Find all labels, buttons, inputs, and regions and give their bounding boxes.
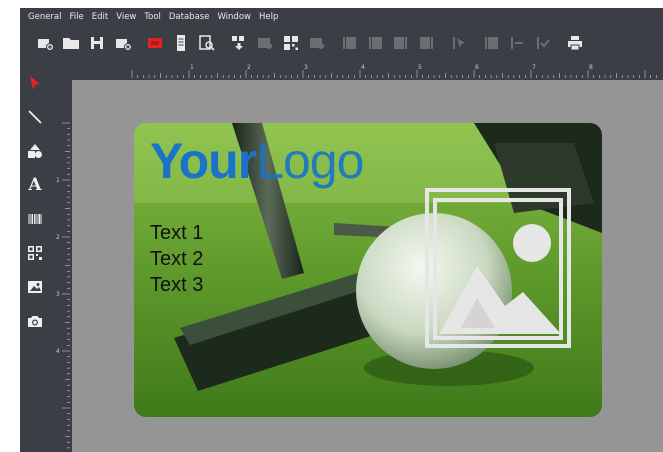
- database-import-icon: [232, 36, 244, 50]
- document-icon: [177, 35, 185, 51]
- qr-grid-button[interactable]: [278, 30, 304, 56]
- document-button[interactable]: [168, 30, 194, 56]
- new-document-button[interactable]: [32, 30, 58, 56]
- logo-text[interactable]: YourLogo: [150, 131, 364, 191]
- remove-record-button[interactable]: [504, 30, 530, 56]
- database-settings-icon: [258, 38, 272, 49]
- ruler-label: 7: [532, 64, 536, 71]
- shapes-tool-button[interactable]: [22, 138, 48, 164]
- text-field-3[interactable]: Text 3: [150, 272, 203, 298]
- ruler-label: 4: [361, 64, 365, 71]
- cursor-record-button[interactable]: [446, 30, 472, 56]
- line-tool-icon: [28, 110, 42, 124]
- add-record-icon: [485, 37, 498, 49]
- print-icon: [568, 36, 582, 51]
- barcode-tool-button[interactable]: [22, 206, 48, 232]
- ruler-label: 1: [56, 177, 60, 184]
- remove-record-icon: [511, 37, 523, 49]
- label-card[interactable]: YourLogo Text 1 Text 2 Text 3: [134, 123, 602, 417]
- record-icon: [148, 38, 162, 48]
- print-preview-icon: [199, 35, 215, 51]
- ruler-label: 8: [589, 64, 593, 71]
- qr-grid-icon: [284, 36, 298, 50]
- tool-palette: A: [20, 70, 50, 452]
- first-record-icon: [343, 37, 356, 49]
- confirm-record-icon: [537, 37, 550, 49]
- save-button[interactable]: [84, 30, 110, 56]
- menu-file[interactable]: File: [66, 8, 88, 26]
- database-link-button[interactable]: [304, 30, 330, 56]
- first-record-button[interactable]: [336, 30, 362, 56]
- text-field-1[interactable]: Text 1: [150, 220, 203, 246]
- next-record-button[interactable]: [388, 30, 414, 56]
- record-button[interactable]: [142, 30, 168, 56]
- menu-general[interactable]: General: [24, 8, 66, 26]
- ruler-label: 6: [475, 64, 479, 71]
- ruler-label: 2: [56, 234, 60, 241]
- menu-database[interactable]: Database: [165, 8, 214, 26]
- select-arrow-icon: [30, 76, 40, 90]
- image-tool-icon: [28, 281, 42, 293]
- menu-edit[interactable]: Edit: [88, 8, 112, 26]
- text-field-2[interactable]: Text 2: [150, 246, 203, 272]
- database-settings-button[interactable]: [252, 30, 278, 56]
- image-tool-button[interactable]: [22, 274, 48, 300]
- menu-bar: General File Edit View Tool Database Win…: [20, 8, 663, 26]
- database-link-icon: [310, 38, 324, 49]
- ruler-label: 2: [247, 64, 251, 71]
- logo-bold-part: Your: [150, 133, 257, 189]
- barcode-tool-icon: [28, 214, 42, 224]
- line-tool-button[interactable]: [22, 104, 48, 130]
- qrcode-tool-icon: [28, 246, 42, 260]
- design-canvas[interactable]: YourLogo Text 1 Text 2 Text 3: [72, 80, 663, 452]
- menu-tool[interactable]: Tool: [140, 8, 165, 26]
- new-document-icon: [38, 39, 54, 51]
- cursor-record-icon: [453, 37, 465, 49]
- horizontal-ruler-ticks: 1 2 3 4 5 6 7 8: [131, 64, 657, 78]
- print-button[interactable]: [562, 30, 588, 56]
- main-toolbar: [20, 28, 663, 58]
- ruler-label: 3: [304, 64, 308, 71]
- ruler-label: 4: [56, 348, 60, 355]
- vertical-ruler: 1 2 3 4: [52, 80, 70, 452]
- horizontal-ruler: 1 2 3 4 5 6 7 8: [72, 62, 663, 78]
- camera-tool-icon: [28, 316, 42, 327]
- print-preview-button[interactable]: [194, 30, 220, 56]
- next-record-icon: [394, 37, 407, 49]
- text-tool-icon: A: [28, 175, 42, 195]
- vertical-ruler-ticks: 1 2 3 4: [56, 122, 70, 449]
- shapes-tool-icon: [28, 144, 42, 158]
- menu-window[interactable]: Window: [213, 8, 255, 26]
- qrcode-tool-button[interactable]: [22, 240, 48, 266]
- app-window: General File Edit View Tool Database Win…: [20, 8, 663, 452]
- close-document-icon: [116, 39, 132, 51]
- menu-view[interactable]: View: [112, 8, 140, 26]
- text-tool-button[interactable]: A: [22, 172, 48, 198]
- previous-record-icon: [369, 37, 382, 49]
- logo-light-part: Logo: [256, 133, 364, 189]
- menu-help[interactable]: Help: [255, 8, 282, 26]
- last-record-icon: [420, 37, 433, 49]
- previous-record-button[interactable]: [362, 30, 388, 56]
- confirm-record-button[interactable]: [530, 30, 556, 56]
- save-icon: [91, 37, 103, 49]
- open-button[interactable]: [58, 30, 84, 56]
- select-tool-button[interactable]: [22, 70, 48, 96]
- ruler-label: 5: [418, 64, 422, 71]
- ruler-label: 3: [56, 291, 60, 298]
- ruler-label: 1: [190, 64, 194, 71]
- camera-tool-button[interactable]: [22, 308, 48, 334]
- open-folder-icon: [63, 38, 79, 49]
- image-placeholder-icon[interactable]: [425, 188, 571, 348]
- database-import-button[interactable]: [226, 30, 252, 56]
- last-record-button[interactable]: [414, 30, 440, 56]
- add-record-button[interactable]: [478, 30, 504, 56]
- close-document-button[interactable]: [110, 30, 136, 56]
